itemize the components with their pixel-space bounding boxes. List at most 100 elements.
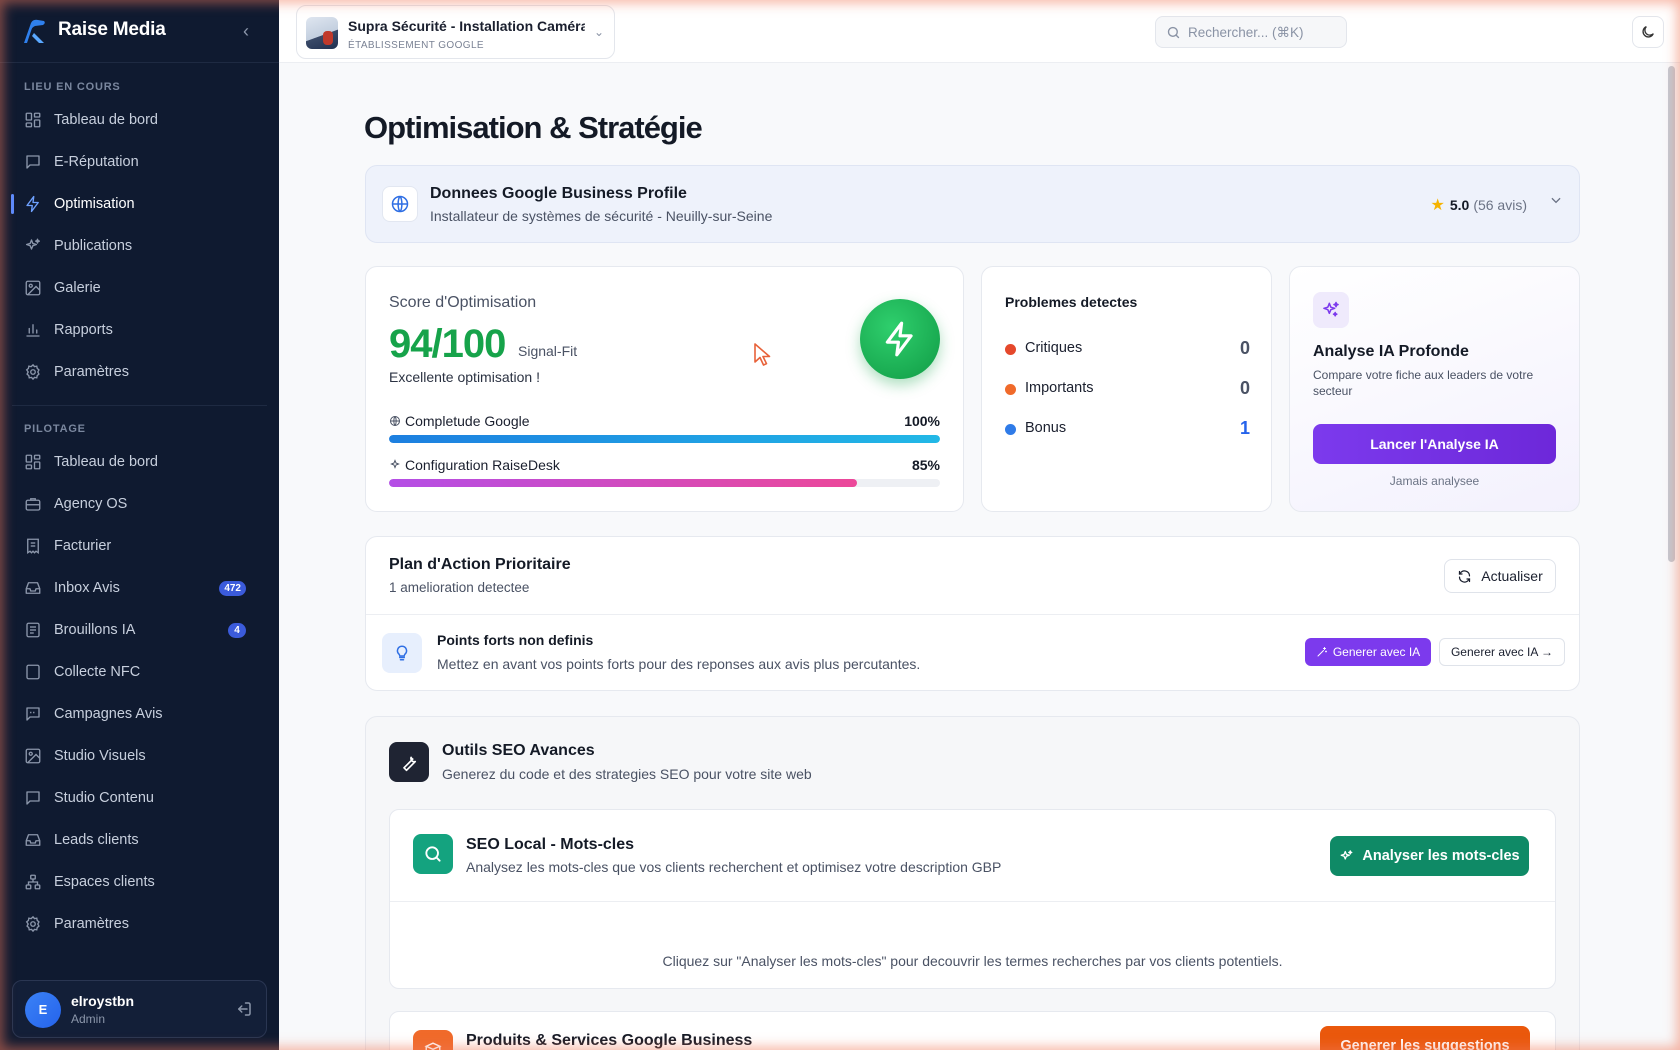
image-icon [24,747,42,765]
sidebar-item-pilotage-collecte-nfc[interactable]: Collecte NFC [12,654,268,690]
user-card[interactable]: E elroystbn Admin [12,980,267,1038]
analyze-keywords-button[interactable]: Analyser les mots-cles [1330,836,1529,876]
sidebar-item-galerie[interactable]: Galerie [12,270,268,306]
sidebar-item-label: Collecte NFC [54,664,141,680]
message-quote-icon [24,705,42,723]
bar-percent: 85% [911,457,940,473]
rating-value: 5.0 [1449,197,1470,213]
sidebar-item-label: Espaces clients [54,874,155,890]
user-role: Admin [71,1012,106,1026]
problem-row-bonus: Bonus 1 [1005,418,1250,439]
refresh-label: Actualiser [1481,568,1543,584]
sidebar-item-pilotage-inbox-avis[interactable]: Inbox Avis 472 [12,570,268,606]
gbp-summary-card[interactable]: Donnees Google Business Profile Installa… [365,165,1580,243]
page-scrollbar[interactable] [1668,66,1675,562]
page-title: Optimisation & Stratégie [364,110,703,145]
last-analysis-status: Jamais analysee [1389,474,1480,488]
review-count: (56 avis) [1473,197,1527,213]
wand-icon [1317,647,1327,657]
seo-tools-card: Outils SEO Avances Generez du code et de… [365,716,1580,1050]
launch-ai-analysis-button[interactable]: Lancer l'Analyse IA [1313,424,1556,464]
gbp-title: Donnees Google Business Profile [430,185,687,202]
logout-icon[interactable] [235,1000,253,1018]
sidebar-item-optimisation[interactable]: Optimisation [11,186,268,222]
generate-ai-secondary-button[interactable]: Generer avec IA → [1439,638,1565,666]
app-name: Raise Media [58,19,166,40]
theme-toggle-button[interactable] [1632,16,1664,48]
sidebar-item-pilotage-campagnes-avis[interactable]: Campagnes Avis [12,696,268,732]
sidebar-item-label: E-Réputation [54,154,139,170]
inbox-icon [24,579,42,597]
sidebar-item-label: Brouillons IA [54,622,136,638]
status-dot [1005,424,1016,435]
problem-label: Bonus [1025,420,1067,436]
keywords-empty-state: Cliquez sur "Analyser les mots-cles" pou… [662,953,1283,969]
generate-ai-button[interactable]: Generer avec IA [1305,638,1431,666]
sidebar-item-pilotage-studio-visuels[interactable]: Studio Visuels [12,738,268,774]
lightbulb-icon [382,633,422,673]
sidebar-item-label: Facturier [54,538,112,554]
section-label-pilotage: PILOTAGE [24,423,86,435]
sidebar-item-label: Studio Contenu [54,790,154,806]
sidebar-item-pilotage-leads-clients[interactable]: Leads clients [12,822,268,858]
seo-keywords-panel: SEO Local - Mots-cles Analysez les mots-… [389,809,1556,989]
mouse-cursor-icon [753,342,773,368]
sidebar-item-rapports[interactable]: Rapports [12,312,268,348]
chevron-left-icon[interactable]: ‹ [236,20,256,42]
bar-label: Configuration RaiseDesk [405,457,560,473]
chevron-down-icon[interactable] [1549,193,1563,210]
sidebar-item-publications[interactable]: Publications [12,228,268,264]
count-badge: 472 [219,581,246,596]
sidebar-item-e-reputation[interactable]: E-Réputation [12,144,268,180]
problem-count: 0 [1239,338,1250,358]
progress-fill [389,479,858,487]
sidebar-item-pilotage-brouillons-ia[interactable]: Brouillons IA 4 [12,612,268,648]
progress-track [389,435,940,443]
sidebar-item-pilotage-facturier[interactable]: Facturier [12,528,268,564]
sidebar-item-parametres[interactable]: Paramètres [12,354,268,390]
chevron-down-icon: ⌄ [593,25,604,39]
message-square-icon [24,153,42,171]
moon-icon [1642,26,1654,38]
sidebar-item-label: Rapports [54,322,113,338]
search-icon [413,834,453,874]
action-plan-card: Plan d'Action Prioritaire 1 amelioration… [365,536,1580,691]
search-input[interactable]: Rechercher... (⌘K) [1155,16,1347,48]
zap-icon [24,195,42,213]
configuration-raisedesk-row: Configuration RaiseDesk 85% [389,457,940,487]
keywords-title: SEO Local - Mots-cles [466,836,635,853]
network-icon [24,873,42,891]
sidebar-item-pilotage-espaces-clients[interactable]: Espaces clients [12,864,268,900]
generate-suggestions-button[interactable]: Generer les suggestions [1320,1026,1530,1050]
sidebar-divider [12,405,267,406]
sidebar-item-label: Inbox Avis [54,580,120,596]
sidebar-item-pilotage-studio-contenu[interactable]: Studio Contenu [12,780,268,816]
sidebar-item-tableau-de-bord[interactable]: Tableau de bord [12,102,268,138]
bar-percent: 100% [904,413,940,429]
sidebar-item-label: Campagnes Avis [54,706,163,722]
nfc-card-icon [24,663,42,681]
refresh-icon [1459,569,1471,583]
problem-label: Critiques [1025,340,1083,356]
problem-row-critiques: Critiques 0 [1005,338,1250,359]
user-name: elroystbn [71,993,135,1009]
location-selector[interactable]: Supra Sécurité - Installation Caméra, ..… [296,5,615,59]
sidebar-item-label: Studio Visuels [54,748,146,764]
location-thumbnail [306,17,338,49]
refresh-button[interactable]: Actualiser [1444,559,1556,593]
location-type: ÉTABLISSEMENT GOOGLE [348,40,484,51]
plan-title: Plan d'Action Prioritaire [389,556,571,573]
search-placeholder: Rechercher... (⌘K) [1188,25,1304,40]
optimization-score-card: Score d'Optimisation 94/100 Signal-Fit E… [365,266,964,512]
sidebar-item-pilotage-agency-os[interactable]: Agency OS [12,486,268,522]
products-services-panel: Produits & Services Google Business Gene… [389,1011,1556,1050]
globe-icon [382,186,418,222]
package-icon [413,1030,453,1050]
receipt-icon [24,537,42,555]
sidebar-item-pilotage-parametres[interactable]: Paramètres [12,906,268,942]
sparkles-icon [390,459,400,469]
ai-analysis-title: Analyse IA Profonde [1313,343,1469,360]
dashboard-icon [24,453,42,471]
sidebar-item-pilotage-tableau-de-bord[interactable]: Tableau de bord [12,444,268,480]
ai-analysis-subtitle: Compare votre fiche aux leaders de votre… [1313,368,1534,398]
